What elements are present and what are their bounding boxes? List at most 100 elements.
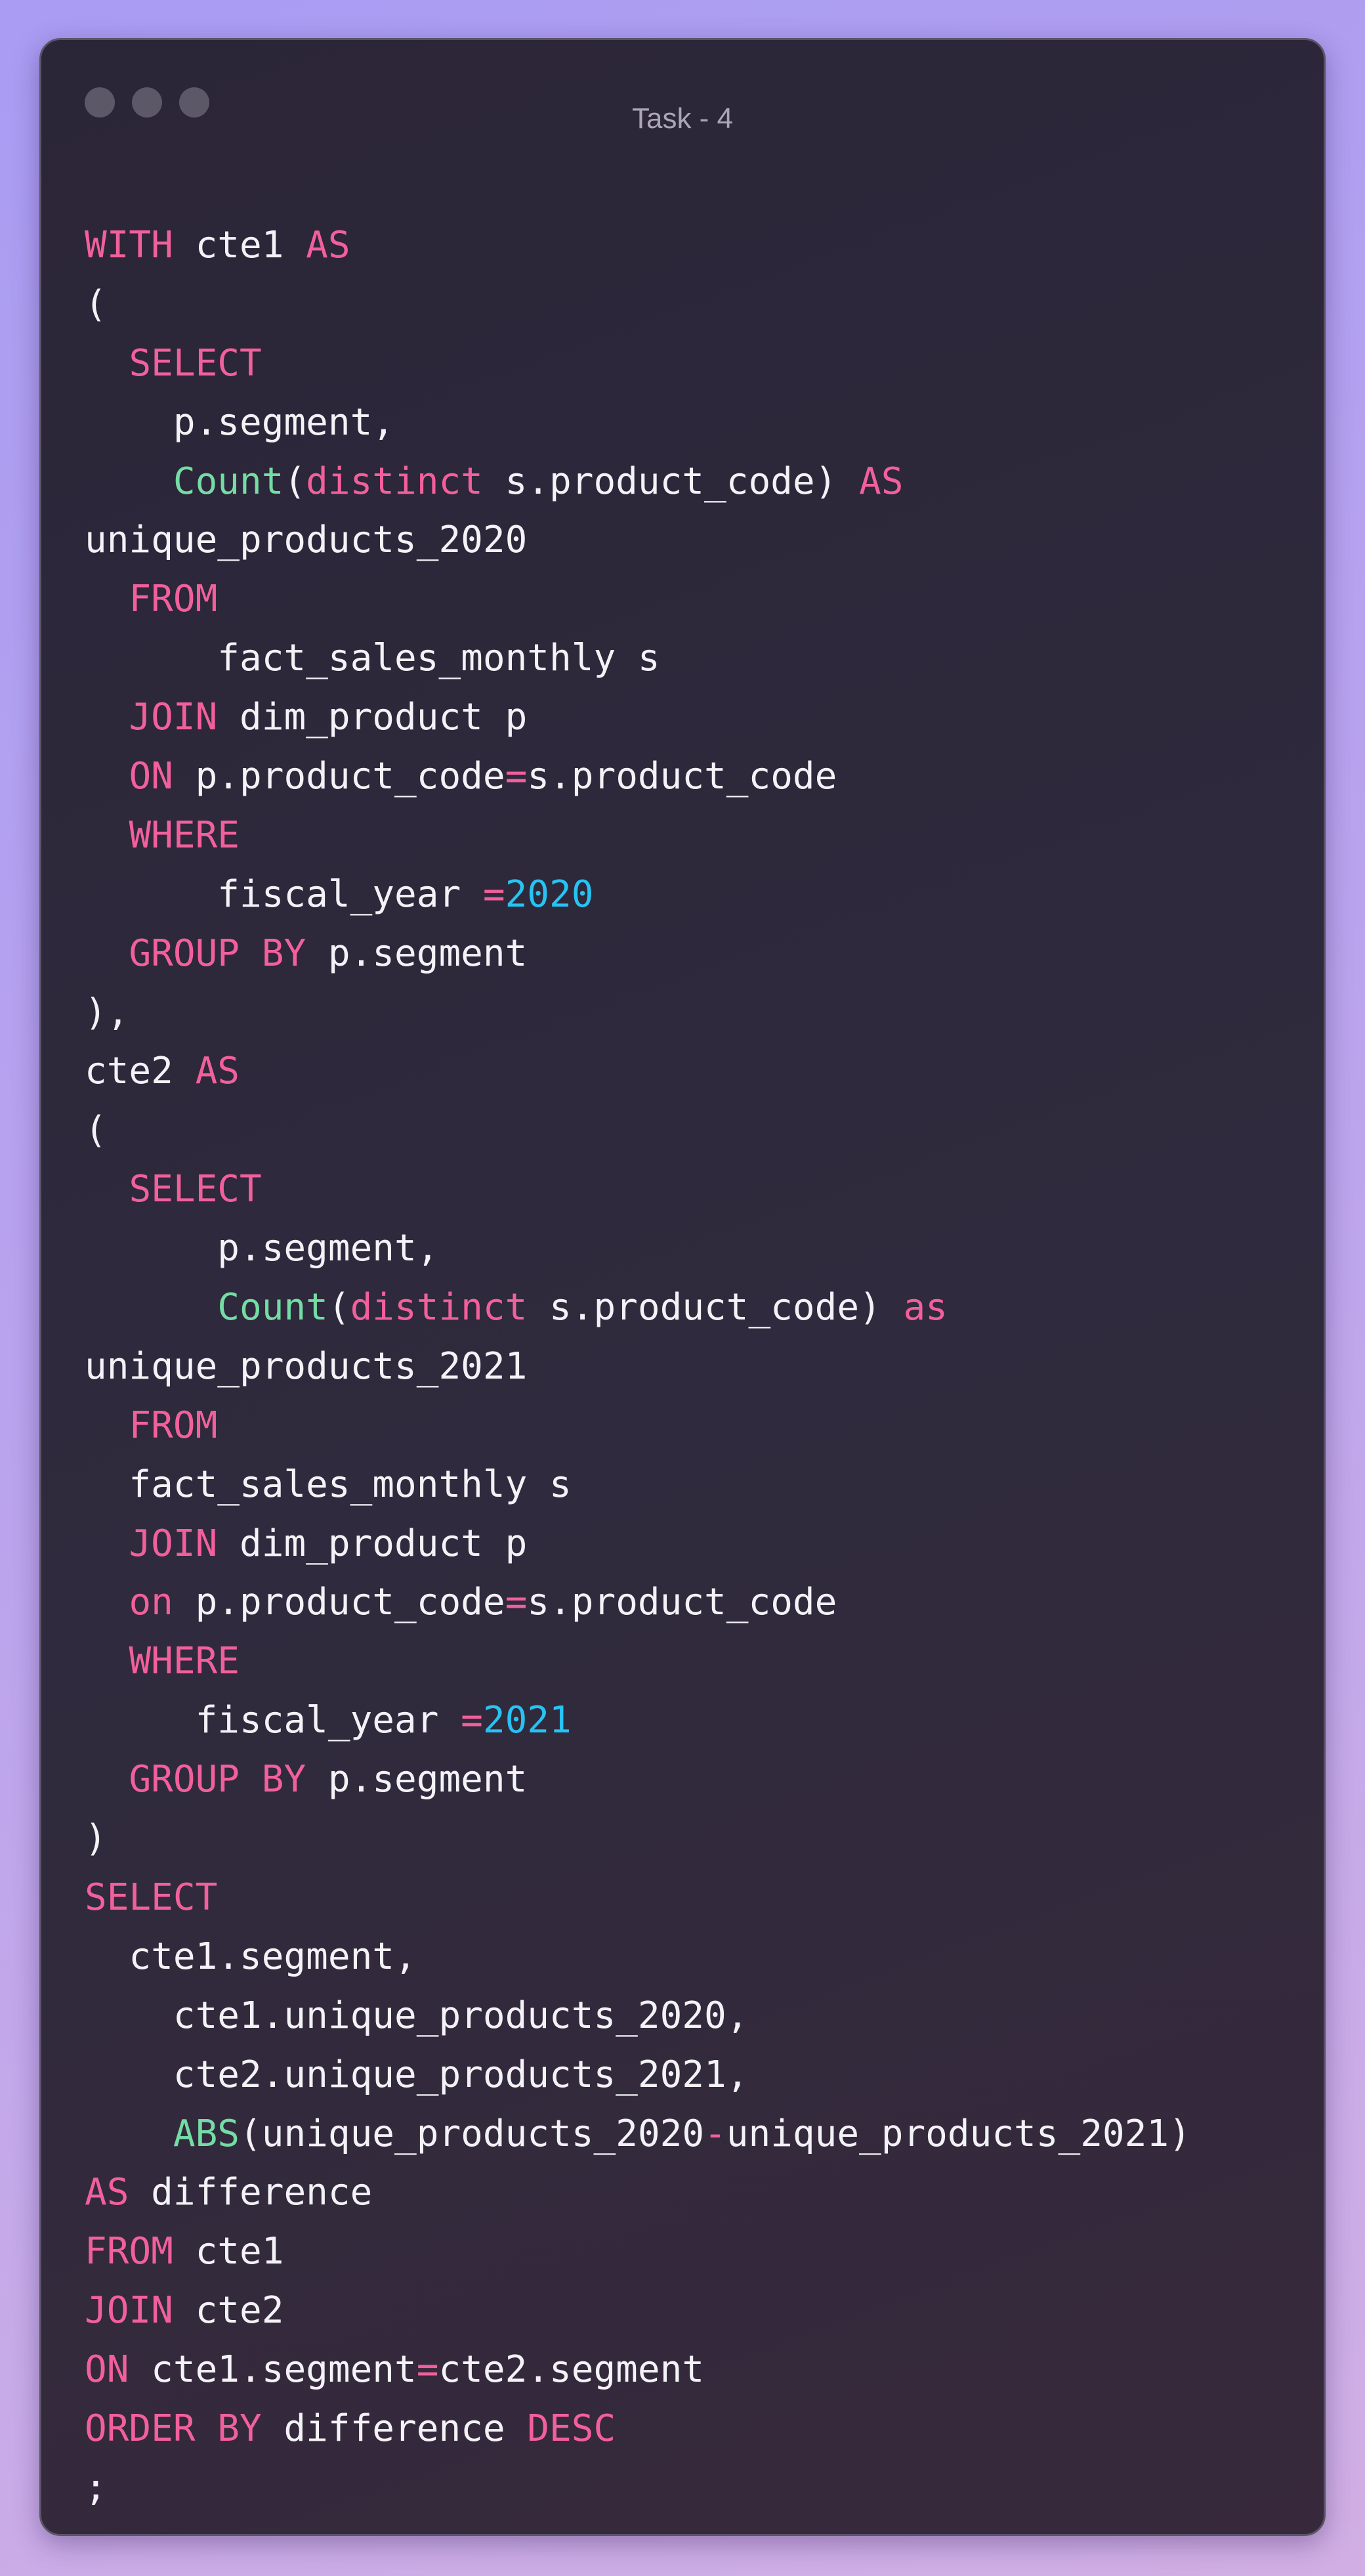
code-operator: = [505, 755, 528, 798]
code-text: unique_products_2020 [85, 519, 528, 562]
code-operator: = [416, 2348, 439, 2392]
code-keyword: WHERE [129, 1640, 240, 1683]
code-line: p.segment, [85, 1219, 1191, 1278]
code-line: WHERE [85, 1632, 1191, 1691]
code-line: ABS(unique_products_2020-unique_products… [85, 2105, 1191, 2164]
code-text: unique_products_2021 [85, 1344, 528, 1388]
window-title: Task - 4 [631, 102, 734, 135]
code-line: GROUP BY p.segment [85, 924, 1191, 983]
code-line: ORDER BY difference DESC [85, 2399, 1191, 2458]
code-text: ( [85, 1109, 107, 1152]
code-line: ON cte1.segment=cte2.segment [85, 2340, 1191, 2399]
code-line: unique_products_2021 [85, 1337, 1191, 1396]
code-text: difference [261, 2407, 528, 2450]
code-text: s.product_code [527, 755, 837, 798]
code-text: cte1.segment [129, 2348, 417, 2392]
code-line: fiscal_year =2020 [85, 865, 1191, 924]
code-text: (unique_products_2020 [240, 2112, 705, 2155]
code-text: ( [284, 460, 306, 503]
code-operator: - [704, 2112, 726, 2155]
code-keyword: AS [859, 460, 904, 503]
code-keyword: SELECT [129, 341, 262, 385]
code-text: cte1.unique_products_2020, [85, 1994, 749, 2037]
code-line: on p.product_code=s.product_code [85, 1573, 1191, 1632]
code-text: dim_product p [217, 696, 528, 739]
code-operator: = [505, 1581, 528, 1624]
code-text: ) [85, 1817, 107, 1860]
code-text: ), [85, 991, 129, 1034]
code-keyword: on [129, 1581, 173, 1624]
code-keyword: as [903, 1286, 948, 1329]
code-block: WITH cte1 AS( SELECT p.segment, Count(di… [85, 216, 1191, 2518]
code-line: WITH cte1 AS [85, 216, 1191, 275]
code-text: ( [327, 1286, 350, 1329]
code-operator: = [461, 1699, 483, 1742]
code-line: fiscal_year =2021 [85, 1691, 1191, 1750]
code-text: s.product_code) [482, 460, 860, 503]
code-line: ) [85, 1809, 1191, 1868]
code-keyword: ORDER BY [85, 2407, 262, 2450]
code-text: cte2 [173, 2289, 284, 2332]
code-text: cte1 [173, 2230, 284, 2273]
code-keyword: WITH [85, 224, 173, 267]
code-line: SELECT [85, 1868, 1191, 1927]
code-text: cte1.segment, [85, 1935, 417, 1978]
code-line: JOIN dim_product p [85, 688, 1191, 747]
code-keyword: AS [306, 224, 350, 267]
code-text: ( [85, 282, 107, 326]
code-function: ABS [173, 2112, 240, 2155]
code-text: s.product_code) [527, 1286, 904, 1329]
code-function: Count [217, 1286, 328, 1329]
code-text: ; [85, 2466, 107, 2509]
code-text: cte2 [85, 1050, 196, 1093]
code-window: Task - 4 WITH cte1 AS ( SELECT p.segment,… [39, 38, 1326, 2536]
code-number: 2021 [482, 1699, 572, 1742]
code-text: p.segment [306, 932, 528, 975]
code-keyword: DESC [527, 2407, 616, 2450]
code-text: unique_products_2021) [726, 2112, 1191, 2155]
code-text: fact_sales_monthly s [85, 1463, 572, 1506]
code-function: Count [173, 460, 284, 503]
code-text: cte2.unique_products_2021, [85, 2053, 749, 2096]
code-line: ), [85, 983, 1191, 1042]
code-text: cte1 [173, 224, 306, 267]
code-keyword: AS [85, 2171, 129, 2214]
code-line: JOIN cte2 [85, 2281, 1191, 2340]
code-text: fact_sales_monthly s [85, 637, 660, 680]
code-text: cte2.segment [438, 2348, 705, 2392]
code-text: s.product_code [527, 1581, 837, 1624]
code-line: FROM [85, 570, 1191, 629]
code-line: Count(distinct s.product_code) AS [85, 452, 1191, 511]
code-text: p.segment, [85, 1227, 439, 1270]
code-keyword: SELECT [85, 1876, 218, 1919]
code-line: p.segment, [85, 393, 1191, 452]
code-keyword: SELECT [129, 1168, 262, 1211]
window-titlebar: Task - 4 [41, 40, 1324, 165]
code-line: SELECT [85, 1160, 1191, 1219]
code-line: ON p.product_code=s.product_code [85, 747, 1191, 806]
code-keyword: FROM [129, 1404, 218, 1447]
code-line: cte1.segment, [85, 1927, 1191, 1986]
code-text: p.product_code [173, 1581, 505, 1624]
code-line: cte2.unique_products_2021, [85, 2046, 1191, 2105]
code-operator: = [482, 872, 505, 916]
code-keyword: ON [85, 2348, 129, 2392]
code-keyword: ON [129, 755, 173, 798]
code-line: ; [85, 2458, 1191, 2518]
code-line: JOIN dim_product p [85, 1514, 1191, 1574]
code-keyword: WHERE [129, 813, 240, 857]
code-keyword: JOIN [85, 2289, 173, 2332]
